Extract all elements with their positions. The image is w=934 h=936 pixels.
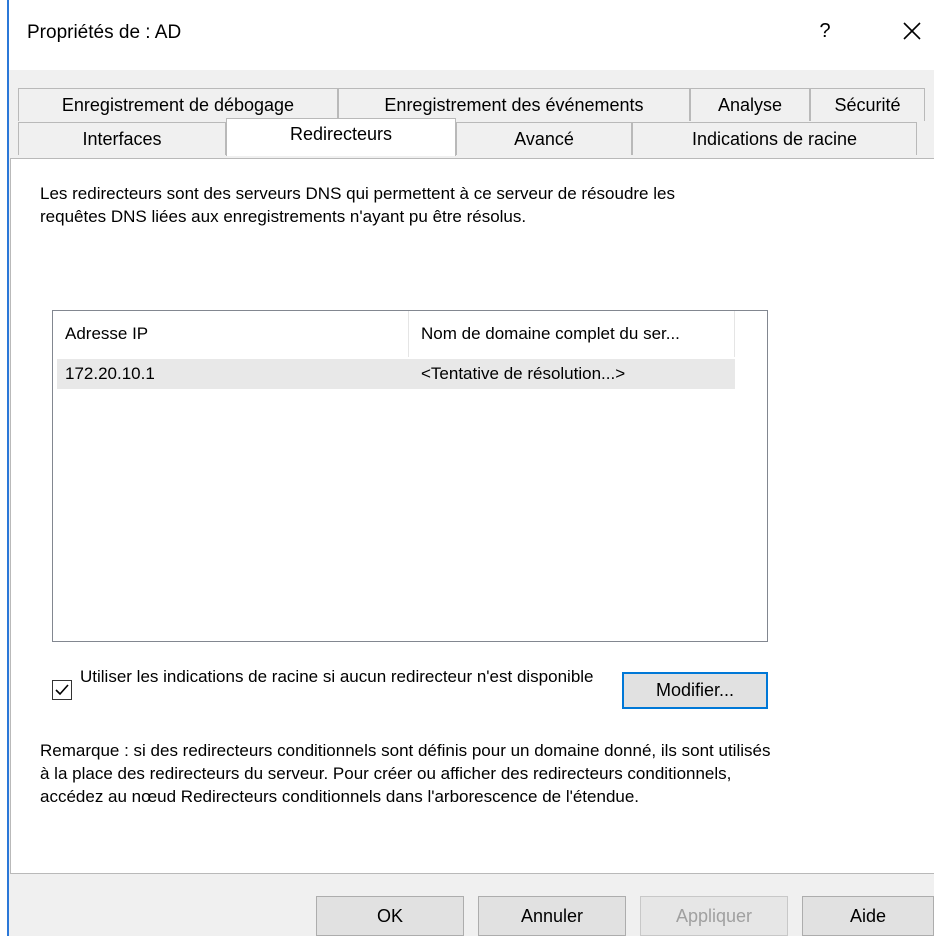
- conditional-forwarders-note: Remarque : si des redirecteurs condition…: [40, 741, 771, 806]
- list-header: Adresse IP Nom de domaine complet du ser…: [53, 311, 767, 357]
- tab-advanced[interactable]: Avancé: [456, 122, 632, 155]
- modify-button[interactable]: Modifier...: [622, 672, 768, 709]
- cancel-button[interactable]: Annuler: [478, 896, 626, 936]
- help-button[interactable]: ?: [815, 20, 835, 43]
- tab-event-logging[interactable]: Enregistrement des événements: [338, 88, 690, 121]
- title-bar: Propriétés de : AD ?: [9, 0, 934, 70]
- tab-root-hints[interactable]: Indications de racine: [632, 122, 917, 155]
- tab-interfaces[interactable]: Interfaces: [18, 122, 226, 155]
- close-icon: [903, 22, 921, 40]
- tab-debug-logging[interactable]: Enregistrement de débogage: [18, 88, 338, 121]
- help-footer-button[interactable]: Aide: [802, 896, 934, 936]
- forwarders-list[interactable]: Adresse IP Nom de domaine complet du ser…: [52, 310, 768, 642]
- list-item-ip: 172.20.10.1: [65, 364, 155, 383]
- tab-security[interactable]: Sécurité: [810, 88, 925, 121]
- checkmark-icon: [55, 684, 69, 696]
- apply-button[interactable]: Appliquer: [640, 896, 788, 936]
- column-header-fqdn[interactable]: Nom de domaine complet du ser...: [409, 311, 735, 357]
- use-root-hints-checkbox[interactable]: [52, 680, 72, 700]
- forwarders-description: Les redirecteurs sont des serveurs DNS q…: [40, 184, 675, 226]
- window-title: Propriétés de : AD: [27, 22, 182, 43]
- use-root-hints-label[interactable]: Utiliser les indications de racine si au…: [80, 666, 600, 688]
- close-button[interactable]: [897, 16, 927, 46]
- tab-monitoring[interactable]: Analyse: [690, 88, 810, 121]
- tab-forwarders[interactable]: Redirecteurs: [226, 118, 456, 156]
- ok-button[interactable]: OK: [316, 896, 464, 936]
- list-item-fqdn: <Tentative de résolution...>: [421, 364, 626, 383]
- column-header-ip[interactable]: Adresse IP: [53, 311, 409, 357]
- list-item[interactable]: 172.20.10.1 <Tentative de résolution...>: [57, 359, 735, 389]
